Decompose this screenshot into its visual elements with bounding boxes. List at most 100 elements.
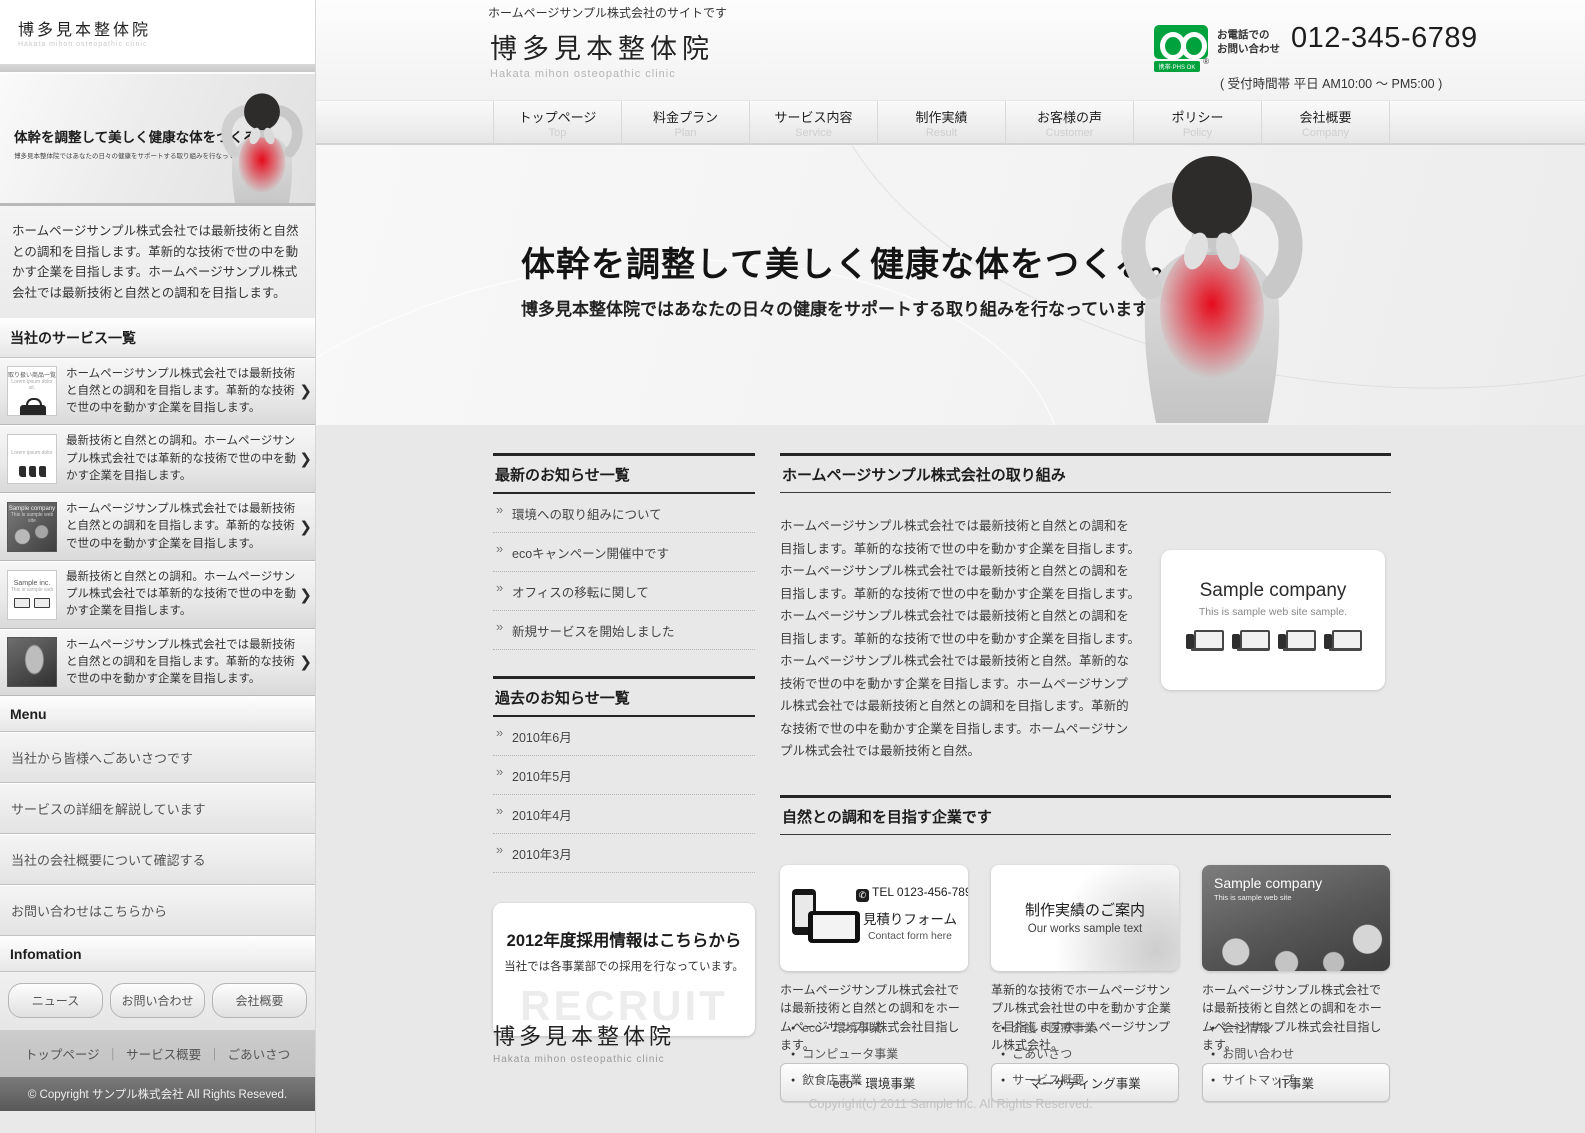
sidebar-menu-item-company[interactable]: 当社の会社概要について確認する — [0, 834, 315, 885]
sidebar-menu-item-greeting[interactable]: 当社から皆様へごあいさつです — [0, 732, 315, 783]
footer-link[interactable]: コンピュータ事業 — [791, 1045, 961, 1062]
news-link[interactable]: 新規サービスを開始しました — [493, 611, 755, 650]
sidebar-menu-item-service-detail[interactable]: サービスの詳細を解説しています — [0, 783, 315, 834]
footer-column-business: eco・環境事業 コンピュータ事業 飲食店事業 — [791, 1019, 961, 1097]
sample-company-photo-banner[interactable]: Sample company This is sample web site — [1202, 865, 1390, 971]
news-link[interactable]: オフィスの移転に関して — [493, 572, 755, 611]
sidebar-logo-subtitle: Hakata mihon osteopathic clinic — [18, 41, 315, 48]
footer-link[interactable]: 介護・医療事業 — [1001, 1019, 1171, 1036]
chevron-right-icon: ❯ — [299, 586, 312, 604]
contact-button[interactable]: お問い合わせ — [110, 983, 205, 1018]
service-thumbnail-photo — [7, 637, 57, 687]
torikumi-heading: ホームページサンプル株式会社の取り組み — [780, 453, 1391, 493]
sample-company-card[interactable]: Sample company This is sample web site s… — [1161, 550, 1385, 690]
nav-item-company[interactable]: 会社概要 Company — [1261, 101, 1390, 146]
service-text: 最新技術と自然との調和。ホームページサンプル株式会社では革新的な技術で世の中を動… — [66, 433, 296, 485]
service-text: ホームページサンプル株式会社では最新技術と自然との調和を目指します。革新的な技術… — [66, 501, 296, 553]
service-thumbnail-flowers: Sample company This is sample web site — [7, 502, 57, 552]
news-link[interactable]: ecoキャンペーン開催中です — [493, 533, 755, 572]
sidebar-logo: 博多見本整体院 Hakata mihon osteopathic clinic — [0, 0, 315, 64]
site-logo-subtitle: Hakata mihon osteopathic clinic — [490, 68, 714, 80]
nav-label: 会社概要 — [1262, 107, 1389, 126]
contact-banner[interactable]: ✆TEL 0123-456-7890 見積りフォーム Contact form … — [780, 865, 968, 971]
footer-link-service[interactable]: サービス概要 — [126, 1048, 201, 1062]
archive-link[interactable]: 2010年6月 — [493, 717, 755, 756]
tel-line: ✆TEL 0123-456-7890 — [856, 885, 964, 902]
photo-banner-subtitle: This is sample web site — [1214, 893, 1292, 902]
nav-label: 制作実績 — [878, 107, 1005, 126]
laptop-phone-icon — [1278, 630, 1314, 652]
chevron-right-icon: ❯ — [299, 450, 312, 468]
sidebar-description: ホームページサンプル株式会社では最新技術と自然との調和を目指します。革新的な技術… — [0, 206, 315, 318]
news-link[interactable]: 環境への取り組みについて — [493, 494, 755, 533]
thumb-label: Lorem ipsum dolor — [8, 450, 56, 456]
thumb-label: Sample company — [8, 506, 56, 512]
phone-hours: ( 受付時間帯 平日 AM10:00 ～ PM5:00 ) — [1220, 73, 1478, 92]
chevron-right-icon: ❯ — [299, 382, 312, 400]
footer-link[interactable]: サービス概要 — [1001, 1071, 1171, 1088]
footer-link-greeting[interactable]: ごあいさつ — [228, 1048, 291, 1062]
service-thumbnail-devices: Sample inc. This is sample web — [7, 570, 57, 620]
nav-sublabel: Result — [878, 127, 1005, 139]
nav-item-customer[interactable]: お客様の声 Customer — [1005, 101, 1133, 146]
footer-link[interactable]: 飲食店事業 — [791, 1071, 961, 1088]
main-area: ホームページサンプル株式会社のサイトです 博多見本整体院 Hakata miho… — [316, 0, 1585, 1133]
footer-link[interactable]: サイトマップ — [1211, 1071, 1381, 1088]
footer-column-info: 会社情報 お問い合わせ サイトマップ — [1211, 1019, 1381, 1097]
nav-item-top[interactable]: トップページ Top — [493, 101, 621, 146]
works-banner[interactable]: 制作実績のご案内 Our works sample text — [991, 865, 1179, 971]
torikumi-body: ホームページサンプル株式会社では最新技術と自然との調和を目指します。革新的な技術… — [780, 493, 1140, 763]
sidebar-service-item[interactable]: 取り扱い商品一覧 Lorem ipsum dolor sit. ホームページサン… — [0, 358, 315, 426]
site-logo[interactable]: 博多見本整体院 Hakata mihon osteopathic clinic — [490, 27, 714, 80]
thumb-label: Sample inc. — [8, 580, 56, 587]
sidebar-service-item[interactable]: Lorem ipsum dolor 最新技術と自然との調和。ホームページサンプル… — [0, 425, 315, 493]
nav-sublabel: Plan — [622, 127, 749, 139]
thumb-sublabel: Lorem ipsum dolor sit. — [8, 379, 56, 391]
sidebar-services-heading: 当社のサービス一覧 — [0, 318, 315, 358]
smartphones-image — [790, 887, 852, 949]
archive-link[interactable]: 2010年5月 — [493, 756, 755, 795]
sidebar-hero-banner: 体幹を調整して美しく健康な体をつくる。 博多見本整体院ではあなたの日々の健康をサ… — [0, 72, 315, 206]
nav-label: サービス内容 — [750, 107, 877, 126]
sidebar-copyright: © Copyright サンプル株式会社 All Rights Reseved. — [0, 1077, 315, 1111]
sidebar-service-item[interactable]: ホームページサンプル株式会社では最新技術と自然との調和を目指します。革新的な技術… — [0, 629, 315, 697]
footer-link[interactable]: ごあいさつ — [1001, 1045, 1171, 1062]
sample-card-title: Sample company — [1161, 580, 1385, 602]
sidebar-menu-item-contact[interactable]: お問い合わせはこちらから — [0, 885, 315, 936]
recruit-title: 2012年度採用情報はこちらから — [501, 927, 747, 951]
content-column: ホームページサンプル株式会社の取り組み ホームページサンプル株式会社では最新技術… — [780, 453, 1391, 1102]
site-logo-title: 博多見本整体院 — [490, 27, 714, 66]
separator: ｜ — [208, 1048, 221, 1062]
footer-link[interactable]: eco・環境事業 — [791, 1019, 961, 1036]
nav-item-policy[interactable]: ポリシー Policy — [1133, 101, 1261, 146]
footer-link[interactable]: 会社情報 — [1211, 1019, 1381, 1036]
hero-title: 体幹を調整して美しく健康な体をつくる。 — [521, 237, 1184, 286]
phone-number: 012-345-6789 — [1291, 22, 1478, 55]
news-button[interactable]: ニュース — [8, 983, 103, 1018]
nav-item-service[interactable]: サービス内容 Service — [749, 101, 877, 146]
main-footer: 博多見本整体院 Hakata mihon osteopathic clinic … — [493, 1013, 1390, 1083]
main-navbar: トップページ Top 料金プラン Plan サービス内容 Service 制作実… — [316, 100, 1585, 145]
nav-sublabel: Customer — [1006, 127, 1133, 139]
sidebar-service-item[interactable]: Sample company This is sample web site ホ… — [0, 493, 315, 561]
latest-news-heading: 最新のお知らせ一覧 — [493, 453, 755, 494]
photo-banner-title: Sample company — [1214, 875, 1322, 891]
main-header: ホームページサンプル株式会社のサイトです 博多見本整体院 Hakata miho… — [316, 0, 1585, 100]
bag-icon — [20, 405, 46, 416]
company-button[interactable]: 会社概要 — [212, 983, 307, 1018]
footer-link[interactable]: お問い合わせ — [1211, 1045, 1381, 1062]
thumb-sublabel: This is sample web site — [8, 512, 56, 524]
footer-link-top[interactable]: トップページ — [25, 1048, 100, 1062]
contact-form-label: Contact form here — [856, 930, 964, 942]
nav-item-result[interactable]: 制作実績 Result — [877, 101, 1005, 146]
nav-item-plan[interactable]: 料金プラン Plan — [621, 101, 749, 146]
sidebar: 博多見本整体院 Hakata mihon osteopathic clinic … — [0, 0, 316, 1133]
site-note: ホームページサンプル株式会社のサイトです — [488, 4, 727, 21]
nav-sublabel: Top — [494, 127, 621, 139]
separator: ｜ — [107, 1048, 120, 1062]
phone-contact-block: 携帯·PHS OK® お電話での お問い合わせ 012-345-6789 ( 受… — [1154, 25, 1478, 92]
sidebar-service-item[interactable]: Sample inc. This is sample web 最新技術と自然との… — [0, 561, 315, 629]
archive-link[interactable]: 2010年3月 — [493, 834, 755, 873]
archive-link[interactable]: 2010年4月 — [493, 795, 755, 834]
phone-label: お電話での お問い合わせ — [1217, 25, 1280, 56]
